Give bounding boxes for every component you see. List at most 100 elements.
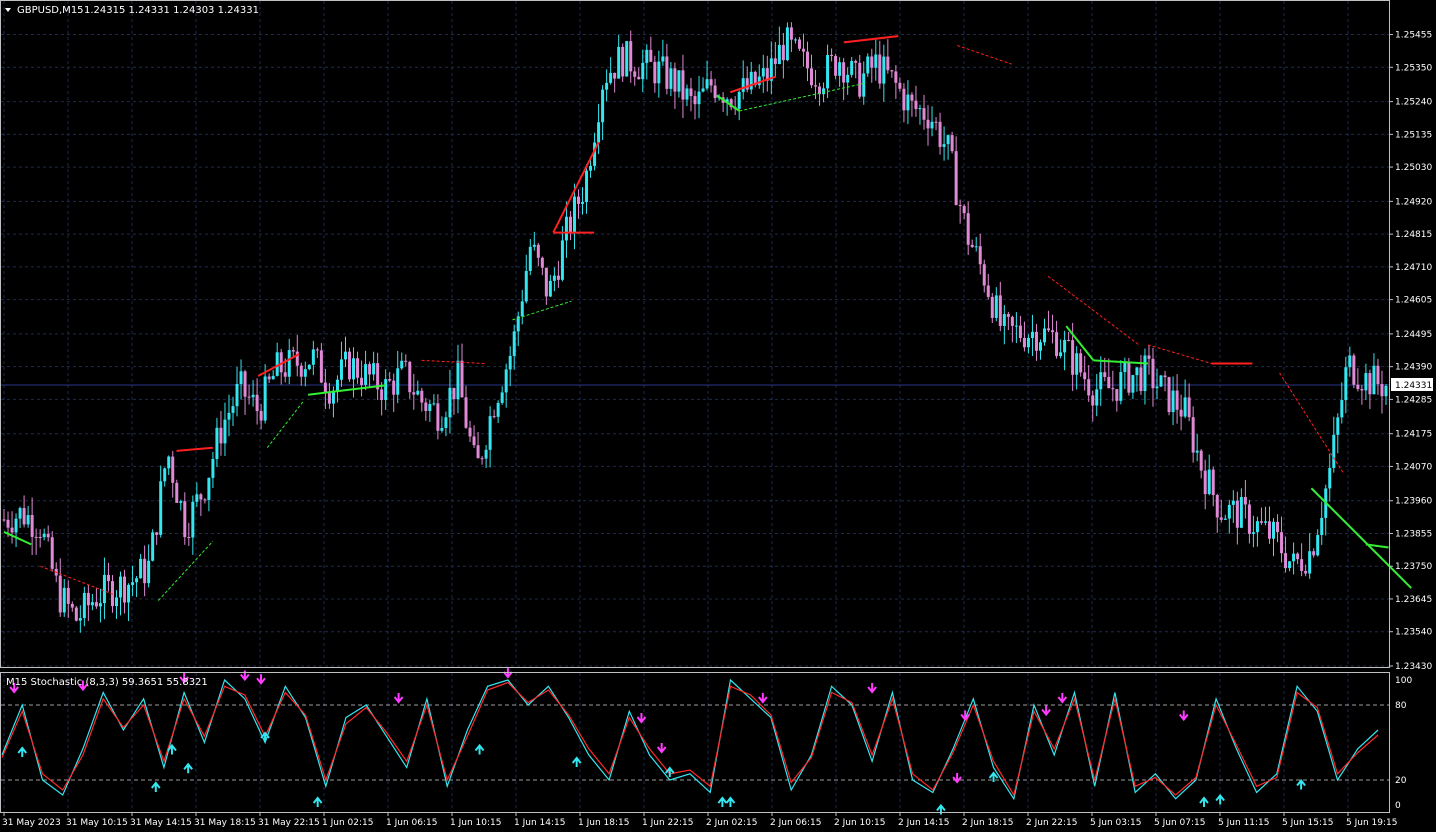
candle-bear: [1167, 377, 1171, 413]
candle-bear: [171, 456, 175, 483]
candle-bear: [1243, 497, 1247, 505]
stochastic-header: M15 Stochastic (8,3,3) 59.3651 55.8321: [6, 677, 208, 688]
chart-header: GBPUSD,M15 1.24315 1.24331 1.24303 1.243…: [5, 5, 259, 16]
candle-bull: [669, 68, 673, 89]
candle-bear: [420, 390, 424, 403]
candle-bull: [882, 56, 886, 84]
time-tick-label: 31 May 10:15: [66, 818, 128, 828]
candle-bear: [568, 216, 572, 233]
candle-bear: [934, 121, 938, 123]
price-tick-label: 1.23855: [1395, 529, 1432, 539]
time-tick-label: 2 Jun 22:15: [1026, 818, 1077, 828]
candle-bear: [1034, 331, 1038, 351]
candle-bear: [380, 389, 384, 401]
candle-bull: [785, 27, 789, 61]
candle-bull: [496, 402, 500, 417]
candle-bull: [119, 576, 123, 598]
candle-bull: [215, 427, 219, 460]
candle-bull: [1231, 500, 1235, 505]
candle-bear: [1296, 553, 1300, 560]
candle-bear: [476, 445, 480, 459]
candle-bull: [1059, 352, 1063, 357]
candle-bear: [460, 360, 464, 398]
candle-bull: [339, 359, 343, 380]
candle-bull: [484, 449, 488, 459]
candle-bull: [1131, 375, 1135, 393]
candle-bull: [793, 39, 797, 41]
candle-bear: [1006, 314, 1010, 317]
candle-bull: [1239, 497, 1243, 528]
candle-bear: [926, 119, 930, 129]
candle-bear: [1079, 353, 1083, 373]
candle-bull: [159, 481, 163, 535]
candle-bear: [123, 576, 127, 603]
price-tick-label: 1.24390: [1395, 363, 1432, 373]
candle-bear: [327, 393, 331, 404]
candle-bear: [544, 267, 548, 297]
candle-bear: [66, 587, 70, 604]
candle-bear: [315, 349, 319, 351]
candle-bull: [227, 412, 231, 420]
candle-bear: [890, 70, 894, 72]
candle-bull: [18, 508, 22, 519]
candle-bear: [1203, 470, 1207, 495]
time-tick-label: 1 Jun 10:15: [450, 818, 501, 828]
candle-bear: [404, 360, 408, 362]
candle-bull: [1099, 372, 1103, 390]
candle-bear: [2, 519, 6, 521]
candle-bear: [797, 39, 801, 49]
candle-bull: [1038, 342, 1042, 351]
candle-bull: [1336, 417, 1340, 435]
candle-bear: [199, 494, 203, 500]
candle-bull: [1223, 518, 1227, 520]
candle-bear: [291, 350, 295, 352]
candle-bull: [1159, 375, 1163, 387]
candle-bull: [1183, 397, 1187, 417]
candle-bear: [1300, 559, 1304, 571]
candle-bull: [1043, 328, 1047, 343]
candle-bear: [1267, 521, 1271, 539]
time-tick-label: 5 Jun 11:15: [1218, 818, 1269, 828]
candle-bull: [179, 501, 183, 503]
candle-bull: [352, 358, 356, 380]
candle-bear: [1380, 384, 1384, 397]
time-tick-label: 31 May 18:15: [194, 818, 256, 828]
candle-bull: [127, 584, 131, 603]
candle-bear: [259, 411, 263, 421]
price-tick-label: 1.23750: [1395, 562, 1432, 572]
candle-bull: [263, 376, 267, 421]
candle-bear: [143, 558, 147, 584]
stoch-tick-label: 80: [1395, 701, 1407, 711]
time-tick-label: 2 Jun 10:15: [834, 818, 885, 828]
candle-bull: [757, 76, 761, 86]
candle-bull: [645, 49, 649, 63]
candle-bull: [14, 518, 18, 533]
chart-canvas[interactable]: 1.25455 1.25350 1.25240 1.25135 1.25030 1.249…: [0, 0, 1436, 832]
candle-bear: [1010, 316, 1014, 326]
candle-bull: [838, 62, 842, 76]
stoch-tick-label: 100: [1395, 676, 1412, 686]
candle-bull: [1014, 325, 1018, 327]
ohlc-label: 1.24315 1.24331 1.24303 1.24331: [84, 5, 259, 16]
candle-bear: [789, 27, 793, 40]
candle-bull: [62, 587, 66, 613]
price-tick-label: 1.25030: [1395, 163, 1432, 173]
candle-bull: [251, 394, 255, 398]
price-tick-label: 1.25350: [1395, 63, 1432, 73]
candle-bull: [974, 246, 978, 248]
time-tick-label: 5 Jun 07:15: [1154, 818, 1205, 828]
candle-bull: [1171, 390, 1175, 413]
candle-bull: [1227, 504, 1231, 519]
candle-bear: [781, 44, 785, 61]
candle-bull: [90, 602, 94, 606]
candle-bull: [1340, 400, 1344, 418]
candle-bear: [986, 285, 990, 297]
candle-bull: [1063, 339, 1067, 353]
candle-bull: [456, 360, 460, 400]
candle-bull: [1328, 467, 1332, 489]
candle-bull: [572, 196, 576, 233]
candle-bear: [34, 536, 38, 538]
candle-bull: [657, 61, 661, 84]
candle-bear: [814, 85, 818, 87]
candle-bull: [82, 592, 86, 619]
